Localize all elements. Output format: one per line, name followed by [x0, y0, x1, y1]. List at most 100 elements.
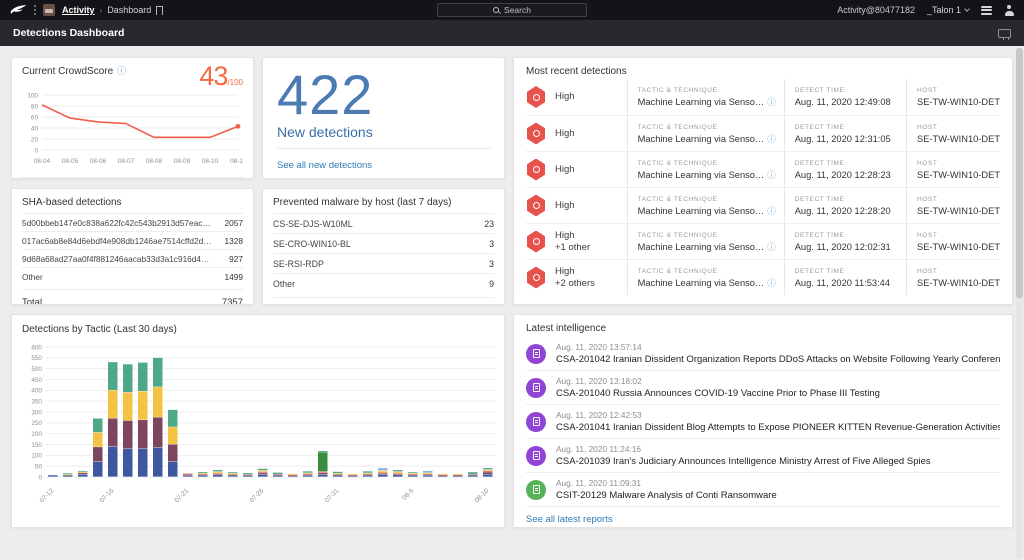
host-column-label: HOST [917, 160, 1000, 167]
tactic-chart-card: Detections by Tactic (Last 30 days) 0501… [11, 314, 505, 528]
intelligence-row[interactable]: Aug. 11, 2020 12:42:53 CSA-201041 Irania… [526, 405, 1000, 439]
page-header-bar: Detections Dashboard [0, 20, 1024, 46]
see-all-new-detections-link[interactable]: See all new detections [277, 160, 372, 171]
severity-label: High +2 others [555, 266, 595, 290]
severity-hexagon-icon [526, 195, 546, 217]
tactic-value: Machine Learning via Senso…ⓘ [638, 206, 784, 216]
svg-text:07-26: 07-26 [249, 487, 266, 504]
sha-count: 1499 [225, 272, 243, 282]
page-title: Detections Dashboard [13, 27, 124, 39]
host-column-label: HOST [917, 124, 1000, 131]
host-count: 23 [484, 219, 494, 229]
intelligence-card: Latest intelligence Aug. 11, 2020 13:57:… [513, 314, 1013, 528]
svg-text:50: 50 [35, 463, 43, 470]
severity-label: High [555, 128, 575, 140]
detect-time-column-label: DETECT TIME [795, 87, 906, 94]
search-icon [493, 7, 499, 13]
severity-hexagon-icon [526, 267, 546, 289]
app-switcher-icon[interactable] [981, 6, 992, 15]
display-icon[interactable] [998, 29, 1011, 38]
sha-row[interactable]: 017ac6ab8e84d6ebdf4e908db1246ae7514cffd2… [22, 231, 243, 249]
host-value: SE-TW-WIN10-DET [917, 97, 1000, 107]
tactic-value: Machine Learning via Senso…ⓘ [638, 97, 784, 107]
svg-text:08-06: 08-06 [90, 158, 107, 165]
scrollbar[interactable] [1016, 48, 1023, 558]
detection-row[interactable]: High TACTIC & TECHNIQUE Machine Learning… [526, 187, 1000, 223]
recent-detections-title: Most recent detections [526, 66, 1000, 77]
detect-time-value: Aug. 11, 2020 11:53:44 [795, 278, 906, 288]
tactic-column-label: TACTIC & TECHNIQUE [638, 160, 784, 167]
detect-time-column-label: DETECT TIME [795, 124, 906, 131]
info-icon[interactable]: ⓘ [767, 242, 776, 252]
crowdscore-chart: 02040608010008-0408-0508-0608-0708-0808-… [22, 90, 243, 175]
svg-text:100: 100 [27, 92, 38, 99]
report-icon [526, 412, 546, 432]
tactic-column-label: TACTIC & TECHNIQUE [638, 124, 784, 131]
info-icon[interactable]: ⓘ [767, 134, 776, 144]
report-title: CSIT-20129 Malware Analysis of Conti Ran… [556, 490, 777, 501]
tactic-value: Machine Learning via Senso…ⓘ [638, 278, 784, 288]
sha-count: 1328 [225, 236, 243, 246]
svg-text:400: 400 [31, 388, 42, 395]
malware-host-row[interactable]: CS-SE-DJS-W10ML 23 [273, 213, 494, 233]
malware-total-row: Total 38 [273, 297, 494, 305]
menu-dots-icon[interactable] [34, 5, 36, 15]
search-input[interactable]: Search [437, 3, 587, 17]
intelligence-row[interactable]: Aug. 11, 2020 11:09:31 CSIT-20129 Malwar… [526, 473, 1000, 507]
malware-host-row[interactable]: SE-CRO-WIN10-BL 3 [273, 233, 494, 253]
tactic-chart-title: Detections by Tactic (Last 30 days) [22, 324, 494, 335]
report-title: CSA-201042 Iranian Dissident Organizatio… [556, 354, 1000, 365]
svg-text:40: 40 [31, 125, 39, 132]
sha-row[interactable]: Other 1499 [22, 267, 243, 285]
detection-row[interactable]: High TACTIC & TECHNIQUE Machine Learning… [526, 115, 1000, 151]
info-icon[interactable]: ⓘ [767, 97, 776, 107]
breadcrumb-separator: › [100, 6, 103, 15]
app-icon[interactable] [43, 4, 55, 16]
malware-host-row[interactable]: Other 9 [273, 273, 494, 293]
svg-text:450: 450 [31, 377, 42, 384]
malware-host-row[interactable]: SE-RSI-RDP 3 [273, 253, 494, 273]
new-detections-count: 422 [277, 68, 490, 121]
breadcrumb-activity[interactable]: Activity [62, 5, 95, 15]
detect-time-column-label: DETECT TIME [795, 268, 906, 275]
intelligence-row[interactable]: Aug. 11, 2020 13:18:02 CSA-201040 Russia… [526, 371, 1000, 405]
crowdstrike-falcon-logo-icon[interactable] [10, 4, 27, 16]
bookmark-icon[interactable] [156, 6, 163, 15]
info-icon[interactable]: ⓘ [767, 170, 776, 180]
detection-row[interactable]: High TACTIC & TECHNIQUE Machine Learning… [526, 151, 1000, 187]
svg-text:100: 100 [31, 453, 42, 460]
breadcrumb-dashboard[interactable]: Dashboard [107, 5, 151, 15]
info-icon[interactable]: ⓘ [117, 67, 126, 76]
host-count: 9 [489, 279, 494, 289]
info-icon[interactable]: ⓘ [767, 206, 776, 216]
severity-label: High [555, 200, 575, 212]
sha-total-label: Total [22, 297, 42, 305]
sha-count: 927 [229, 254, 243, 264]
severity-hexagon-icon [526, 159, 546, 181]
intelligence-row[interactable]: Aug. 11, 2020 11:24:16 CSA-201039 Iran's… [526, 439, 1000, 473]
detection-row[interactable]: High TACTIC & TECHNIQUE Machine Learning… [526, 79, 1000, 115]
host-name: SE-RSI-RDP [273, 259, 324, 269]
malware-rows: CS-SE-DJS-W10ML 23 SE-CRO-WIN10-BL 3 SE-… [273, 213, 494, 293]
user-menu[interactable]: _Talon 1 [927, 5, 969, 15]
sha-row[interactable]: 5d00bbeb147e0c838a622fc42c543b2913d57eac… [22, 213, 243, 231]
intelligence-row[interactable]: Aug. 11, 2020 13:57:14 CSA-201042 Irania… [526, 337, 1000, 371]
user-profile-icon[interactable] [1004, 5, 1014, 16]
svg-text:08-08: 08-08 [146, 158, 163, 165]
scrollbar-thumb[interactable] [1016, 48, 1023, 298]
sha-detections-card: SHA-based detections 5d00bbeb147e0c838a6… [11, 188, 254, 305]
sha-row[interactable]: 9d68a68ad27aa0f4f881246aacab33d3a1c916d4… [22, 249, 243, 267]
detection-row[interactable]: High +1 other TACTIC & TECHNIQUE Machine… [526, 223, 1000, 259]
detect-time-value: Aug. 11, 2020 12:31:05 [795, 134, 906, 144]
info-icon[interactable]: ⓘ [767, 278, 776, 288]
detection-row[interactable]: High +2 others TACTIC & TECHNIQUE Machin… [526, 259, 1000, 295]
see-all-latest-reports-link[interactable]: See all latest reports [526, 514, 613, 525]
host-column-label: HOST [917, 87, 1000, 94]
svg-text:08-04: 08-04 [34, 158, 51, 165]
report-time: Aug. 11, 2020 12:42:53 [556, 410, 1000, 420]
host-value: SE-TW-WIN10-DET [917, 170, 1000, 180]
svg-text:07-12: 07-12 [39, 487, 56, 504]
new-detections-card: 422 New detections See all new detection… [262, 57, 505, 179]
host-value: SE-TW-WIN10-DET [917, 206, 1000, 216]
tactic-column-label: TACTIC & TECHNIQUE [638, 268, 784, 275]
